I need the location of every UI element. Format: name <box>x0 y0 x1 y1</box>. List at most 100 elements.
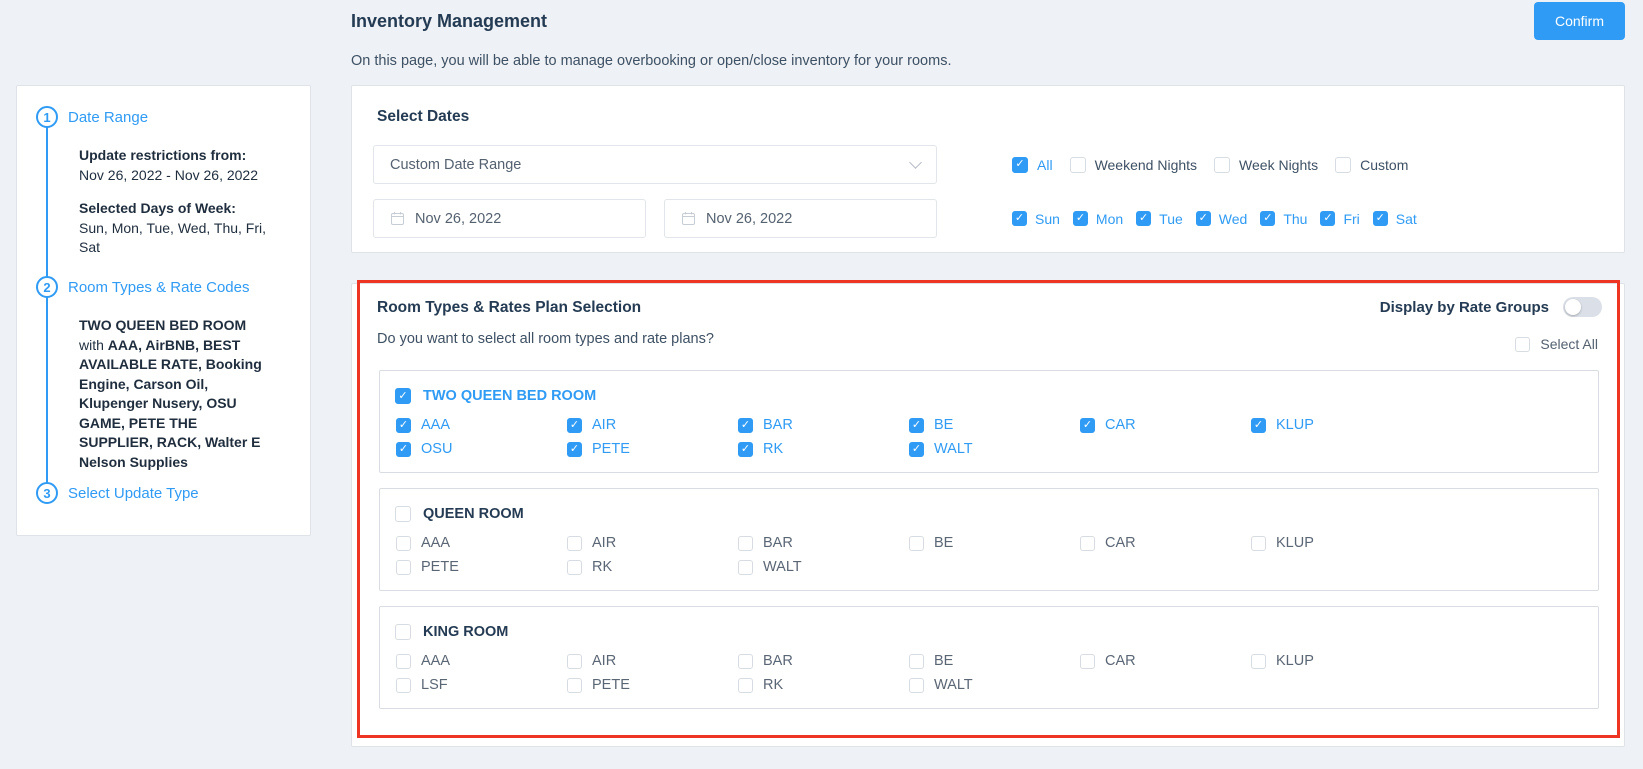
night-filter-custom-box[interactable] <box>1335 157 1351 173</box>
day-mon[interactable]: Mon <box>1073 211 1123 227</box>
rate-checkbox-two-queen-bed-room-walt[interactable]: WALT <box>909 441 1080 457</box>
rate-checkbox-two-queen-bed-room-air[interactable]: AIR <box>567 417 738 433</box>
room-type-checkbox-king-room[interactable]: KING ROOM <box>395 624 1583 640</box>
rate-checkbox-box[interactable] <box>567 442 582 457</box>
room-type-checkbox-two-queen-bed-room[interactable]: TWO QUEEN BED ROOM <box>395 388 1583 404</box>
step-1-label[interactable]: Date Range <box>68 109 148 126</box>
end-date-input[interactable]: Nov 26, 2022 <box>664 199 937 238</box>
rate-checkbox-box[interactable] <box>738 442 753 457</box>
rate-checkbox-king-room-air[interactable]: AIR <box>567 653 738 669</box>
rate-checkbox-box[interactable] <box>909 654 924 669</box>
date-range-type-select[interactable]: Custom Date Range <box>373 145 937 184</box>
rate-checkbox-box[interactable] <box>909 418 924 433</box>
confirm-button[interactable]: Confirm <box>1534 2 1625 40</box>
room-type-checkbox-box[interactable] <box>395 506 411 522</box>
rate-checkbox-queen-room-aaa[interactable]: AAA <box>396 535 567 551</box>
step-2-label[interactable]: Room Types & Rate Codes <box>68 279 249 296</box>
step-3-label[interactable]: Select Update Type <box>68 485 199 502</box>
rate-checkbox-queen-room-be[interactable]: BE <box>909 535 1080 551</box>
day-sun[interactable]: Sun <box>1012 211 1060 227</box>
day-sat[interactable]: Sat <box>1373 211 1417 227</box>
rate-checkbox-two-queen-bed-room-bar[interactable]: BAR <box>738 417 909 433</box>
step-detail-text: Update restrictions from: <box>79 147 246 163</box>
rate-checkbox-box[interactable] <box>1080 654 1095 669</box>
day-sun-box[interactable] <box>1012 211 1027 226</box>
rate-checkbox-box[interactable] <box>567 654 582 669</box>
rate-checkbox-box[interactable] <box>738 536 753 551</box>
rate-checkbox-two-queen-bed-room-klup[interactable]: KLUP <box>1251 417 1422 433</box>
rate-checkbox-box[interactable] <box>396 442 411 457</box>
rate-checkbox-king-room-walt[interactable]: WALT <box>909 677 1080 693</box>
night-filter-all[interactable]: All <box>1012 157 1053 173</box>
rate-checkbox-box[interactable] <box>738 418 753 433</box>
rate-checkbox-queen-room-bar[interactable]: BAR <box>738 535 909 551</box>
select-all-checkbox-box[interactable] <box>1515 337 1530 352</box>
rate-code-label: AIR <box>592 417 616 433</box>
rate-checkbox-box[interactable] <box>909 442 924 457</box>
day-tue[interactable]: Tue <box>1136 211 1183 227</box>
rate-checkbox-king-room-aaa[interactable]: AAA <box>396 653 567 669</box>
rate-checkbox-king-room-rk[interactable]: RK <box>738 677 909 693</box>
display-by-rate-groups-toggle[interactable] <box>1563 297 1602 317</box>
rate-checkbox-box[interactable] <box>1251 418 1266 433</box>
rate-checkbox-box[interactable] <box>1251 536 1266 551</box>
day-wed-box[interactable] <box>1196 211 1211 226</box>
night-filter-weekend-nights-box[interactable] <box>1070 157 1086 173</box>
rate-checkbox-queen-room-rk[interactable]: RK <box>567 559 738 575</box>
rate-checkbox-box[interactable] <box>1080 536 1095 551</box>
rate-checkbox-box[interactable] <box>567 536 582 551</box>
rate-code-label: BE <box>934 653 953 669</box>
rate-checkbox-king-room-pete[interactable]: PETE <box>567 677 738 693</box>
rate-checkbox-two-queen-bed-room-car[interactable]: CAR <box>1080 417 1251 433</box>
select-all-checkbox[interactable]: Select All <box>1515 336 1598 352</box>
rate-checkbox-box[interactable] <box>567 418 582 433</box>
rate-checkbox-box[interactable] <box>738 560 753 575</box>
rate-checkbox-king-room-be[interactable]: BE <box>909 653 1080 669</box>
night-filter-custom[interactable]: Custom <box>1335 157 1408 173</box>
rate-checkbox-box[interactable] <box>909 536 924 551</box>
night-filter-week-nights-box[interactable] <box>1214 157 1230 173</box>
rate-checkbox-king-room-bar[interactable]: BAR <box>738 653 909 669</box>
day-sat-box[interactable] <box>1373 211 1388 226</box>
start-date-input[interactable]: Nov 26, 2022 <box>373 199 646 238</box>
rate-checkbox-king-room-klup[interactable]: KLUP <box>1251 653 1422 669</box>
rate-checkbox-box[interactable] <box>738 678 753 693</box>
rate-checkbox-box[interactable] <box>1080 418 1095 433</box>
day-thu[interactable]: Thu <box>1260 211 1307 227</box>
rate-checkbox-queen-room-air[interactable]: AIR <box>567 535 738 551</box>
rate-checkbox-box[interactable] <box>567 678 582 693</box>
day-mon-box[interactable] <box>1073 211 1088 226</box>
rate-checkbox-box[interactable] <box>1251 654 1266 669</box>
day-fri[interactable]: Fri <box>1320 211 1359 227</box>
rate-checkbox-two-queen-bed-room-aaa[interactable]: AAA <box>396 417 567 433</box>
room-type-checkbox-queen-room[interactable]: QUEEN ROOM <box>395 506 1583 522</box>
step-detail-text: with <box>79 337 108 353</box>
rate-checkbox-two-queen-bed-room-rk[interactable]: RK <box>738 441 909 457</box>
rate-checkbox-queen-room-walt[interactable]: WALT <box>738 559 909 575</box>
rate-checkbox-box[interactable] <box>909 678 924 693</box>
room-type-checkbox-box[interactable] <box>395 624 411 640</box>
rate-checkbox-box[interactable] <box>567 560 582 575</box>
rate-checkbox-box[interactable] <box>396 560 411 575</box>
night-filter-weekend-nights[interactable]: Weekend Nights <box>1070 157 1197 173</box>
day-fri-box[interactable] <box>1320 211 1335 226</box>
rate-checkbox-box[interactable] <box>396 418 411 433</box>
rate-checkbox-box[interactable] <box>396 678 411 693</box>
rate-checkbox-box[interactable] <box>396 536 411 551</box>
room-type-checkbox-box[interactable] <box>395 388 411 404</box>
night-filter-week-nights[interactable]: Week Nights <box>1214 157 1318 173</box>
rate-checkbox-two-queen-bed-room-osu[interactable]: OSU <box>396 441 567 457</box>
rate-checkbox-box[interactable] <box>738 654 753 669</box>
rate-checkbox-queen-room-car[interactable]: CAR <box>1080 535 1251 551</box>
rate-checkbox-two-queen-bed-room-pete[interactable]: PETE <box>567 441 738 457</box>
day-thu-box[interactable] <box>1260 211 1275 226</box>
rate-checkbox-two-queen-bed-room-be[interactable]: BE <box>909 417 1080 433</box>
rate-checkbox-king-room-car[interactable]: CAR <box>1080 653 1251 669</box>
night-filter-all-box[interactable] <box>1012 157 1028 173</box>
day-tue-box[interactable] <box>1136 211 1151 226</box>
rate-checkbox-box[interactable] <box>396 654 411 669</box>
rate-checkbox-queen-room-pete[interactable]: PETE <box>396 559 567 575</box>
day-wed[interactable]: Wed <box>1196 211 1248 227</box>
rate-checkbox-queen-room-klup[interactable]: KLUP <box>1251 535 1422 551</box>
rate-checkbox-king-room-lsf[interactable]: LSF <box>396 677 567 693</box>
